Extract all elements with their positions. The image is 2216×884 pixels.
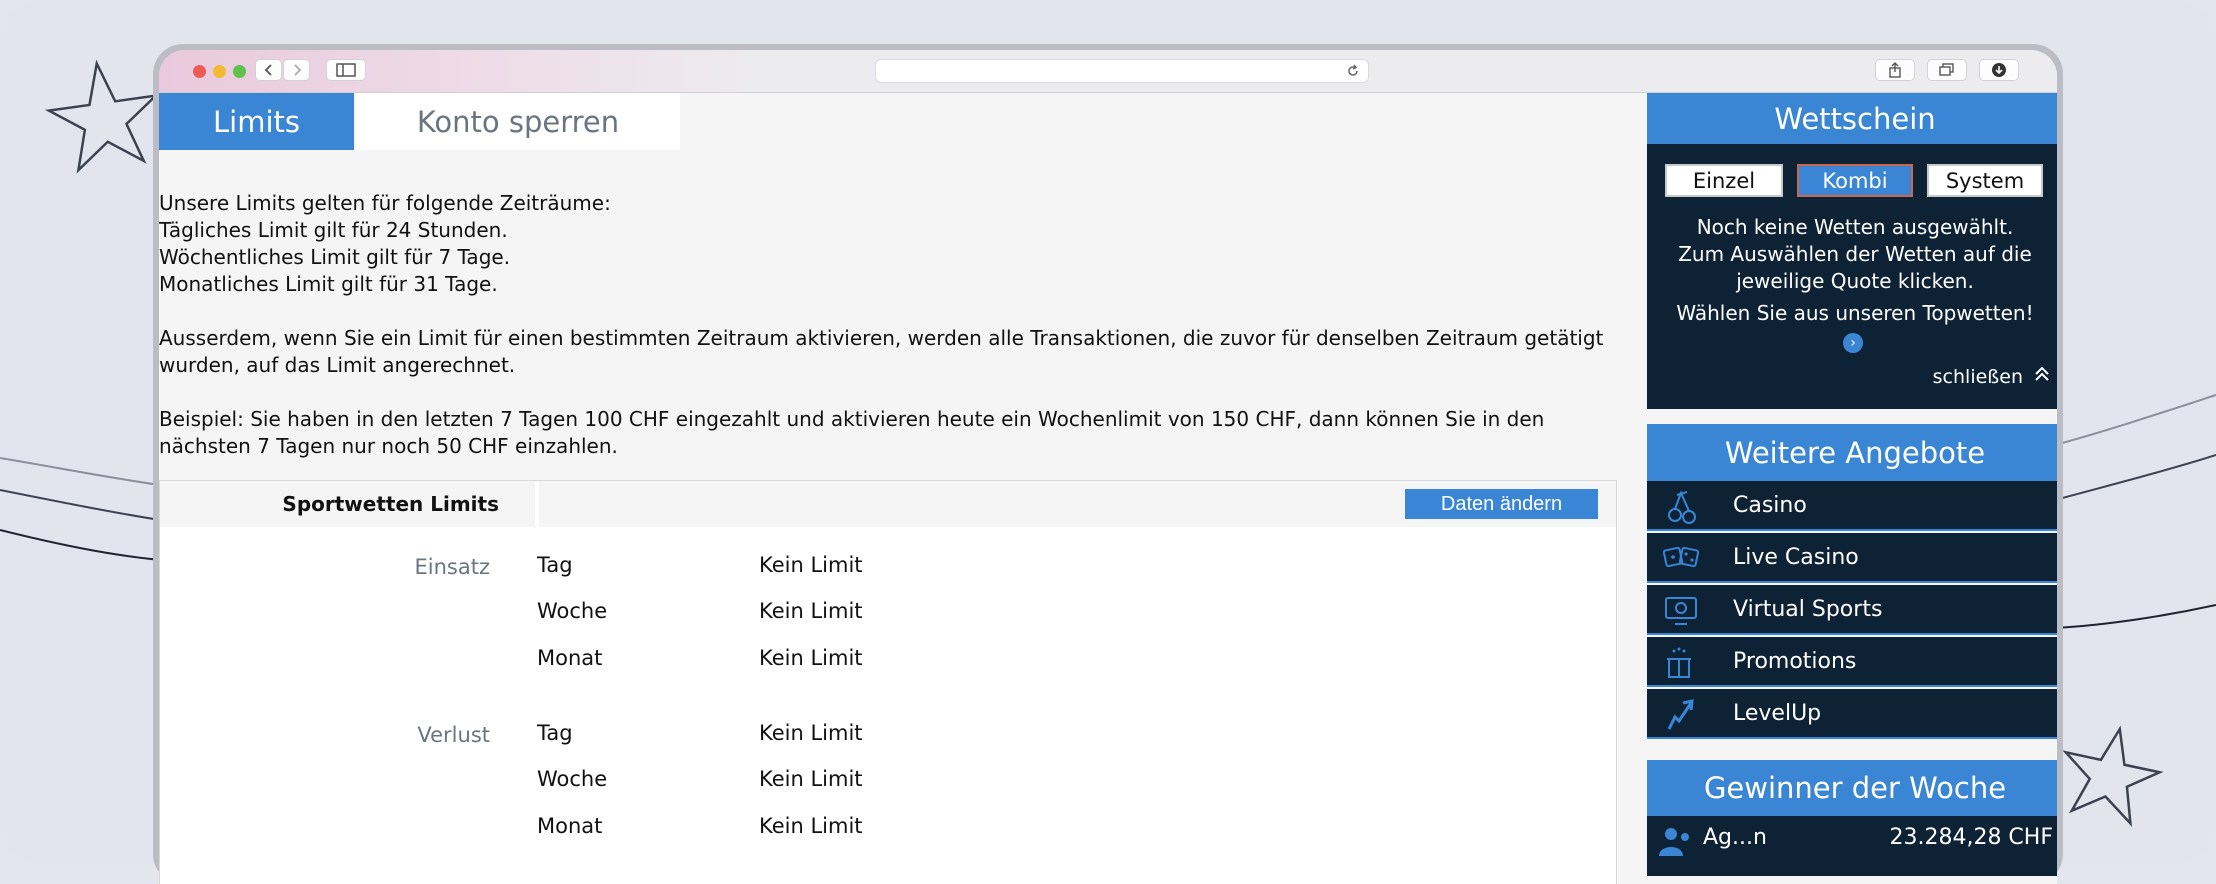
sidebar-item-label: Casino — [1733, 493, 1807, 518]
dice-icon — [1663, 546, 1700, 568]
limit-period: Monat — [537, 814, 603, 838]
group-label-verlust: Verlust — [417, 723, 490, 747]
sidebar-toggle-button[interactable] — [326, 59, 366, 81]
info-line: Tägliches Limit gilt für 24 Stunden. — [159, 218, 508, 242]
tab-system[interactable]: System — [1927, 164, 2043, 197]
limit-value: Kein Limit — [759, 721, 863, 745]
double-chevron-up-icon[interactable] — [2033, 364, 2051, 384]
limit-period: Tag — [537, 721, 573, 745]
sidebar-item-promotions[interactable]: Promotions — [1647, 637, 2057, 687]
maximize-window-dot[interactable] — [233, 65, 246, 78]
sidebar-icon — [336, 63, 356, 77]
cherries-icon — [1668, 490, 1696, 524]
wettschein-panel: Einzel Kombi System Noch keine Wetten au… — [1647, 144, 2057, 409]
info-paragraph: Ausserdem, wenn Sie ein Limit für einen … — [159, 326, 1604, 377]
star-icon — [44, 59, 160, 174]
message-line: Noch keine Wetten ausgewählt. — [1696, 215, 2014, 239]
tab-kombi[interactable]: Kombi — [1797, 164, 1913, 197]
winner-amount: 23.284,28 CHF — [1889, 825, 2053, 850]
sidebar-item-virtual-sports[interactable]: Virtual Sports — [1647, 585, 2057, 635]
topwetten-link[interactable]: Wählen Sie aus unseren Topwetten! — [1647, 301, 2057, 325]
limits-table-title: Sportwetten Limits — [160, 481, 535, 527]
browser-toolbar — [159, 50, 2057, 93]
tab-limits[interactable]: Limits — [159, 93, 354, 150]
gewinner-der-woche-title: Gewinner der Woche — [1647, 760, 2057, 816]
sidebar-item-casino[interactable]: Casino — [1647, 481, 2057, 531]
sidebar-item-label: Promotions — [1733, 649, 1857, 674]
chevron-left-icon — [264, 64, 272, 76]
sportwetten-limits-table: Sportwetten Limits Daten ändern Einsatz … — [159, 480, 1617, 884]
weitere-angebote-title: Weitere Angebote — [1647, 424, 2057, 481]
limits-info-text: Unsere Limits gelten für folgende Zeiträ… — [159, 190, 1629, 487]
limit-value: Kein Limit — [759, 553, 863, 577]
message-line: jeweilige Quote klicken. — [1736, 269, 1974, 293]
limit-value: Kein Limit — [759, 646, 863, 670]
info-line: Wöchentliches Limit gilt für 7 Tage. — [159, 245, 511, 269]
info-line: Unsere Limits gelten für folgende Zeiträ… — [159, 191, 611, 215]
winner-row: Ag...n 23.284,28 CHF — [1647, 816, 2057, 876]
group-label-einsatz: Einsatz — [414, 555, 490, 579]
sidebar-item-live-casino[interactable]: Live Casino — [1647, 533, 2057, 583]
monitor-ball-icon — [1665, 597, 1697, 625]
levelup-arrow-icon — [1667, 699, 1694, 730]
share-icon — [1889, 62, 1901, 78]
sidebar-item-levelup[interactable]: LevelUp — [1647, 689, 2057, 739]
limit-value: Kein Limit — [759, 814, 863, 838]
back-button[interactable] — [255, 59, 282, 81]
tabs-button[interactable] — [1927, 59, 1967, 81]
schliessen-link[interactable]: schließen — [1933, 366, 2023, 388]
forward-button[interactable] — [283, 59, 310, 81]
limit-value: Kein Limit — [759, 767, 863, 791]
close-window-dot[interactable] — [193, 65, 206, 78]
wettschein-empty-message: Noch keine Wetten ausgewählt. Zum Auswäh… — [1647, 214, 2057, 295]
limit-period: Tag — [537, 553, 573, 577]
browser-window: Limits Konto sperren Unsere Limits gelte… — [153, 44, 2063, 884]
address-bar[interactable] — [875, 59, 1369, 83]
download-icon — [1992, 63, 2006, 77]
daten-aendern-button[interactable]: Daten ändern — [1405, 489, 1598, 519]
limit-period: Woche — [537, 599, 608, 623]
reload-icon[interactable] — [1346, 64, 1360, 78]
sidebar-item-label: Live Casino — [1733, 545, 1859, 570]
sidebar-item-label: Virtual Sports — [1733, 597, 1883, 622]
share-button[interactable] — [1875, 59, 1915, 81]
gift-icon — [1667, 647, 1691, 678]
message-line: Zum Auswählen der Wetten auf die — [1678, 242, 2032, 266]
user-group-icon — [1659, 828, 1689, 856]
limit-period: Woche — [537, 767, 608, 791]
minimize-window-dot[interactable] — [213, 65, 226, 78]
right-sidebar: Wettschein Einzel Kombi System Noch kein… — [1647, 93, 2057, 884]
chevron-right-icon — [293, 64, 301, 76]
page-content: Limits Konto sperren Unsere Limits gelte… — [159, 93, 2057, 884]
browser-viewport: Limits Konto sperren Unsere Limits gelte… — [159, 50, 2057, 884]
info-example: Beispiel: Sie haben in den letzten 7 Tag… — [159, 407, 1545, 458]
limits-table-header: Daten ändern — [539, 481, 1616, 527]
winner-name: Ag...n — [1703, 825, 1767, 850]
sidebar-item-label: LevelUp — [1733, 701, 1822, 726]
tab-konto-sperren[interactable]: Konto sperren — [356, 93, 680, 150]
info-line: Monatliches Limit gilt für 31 Tage. — [159, 272, 498, 296]
tabs-icon — [1939, 63, 1954, 76]
limit-period: Monat — [537, 646, 603, 670]
wettschein-title: Wettschein — [1647, 93, 2057, 144]
limit-value: Kein Limit — [759, 599, 863, 623]
star-icon-right — [2062, 725, 2164, 827]
downloads-button[interactable] — [1979, 59, 2019, 81]
arrow-right-icon[interactable]: › — [1843, 333, 1863, 353]
tab-einzel[interactable]: Einzel — [1665, 164, 1783, 197]
